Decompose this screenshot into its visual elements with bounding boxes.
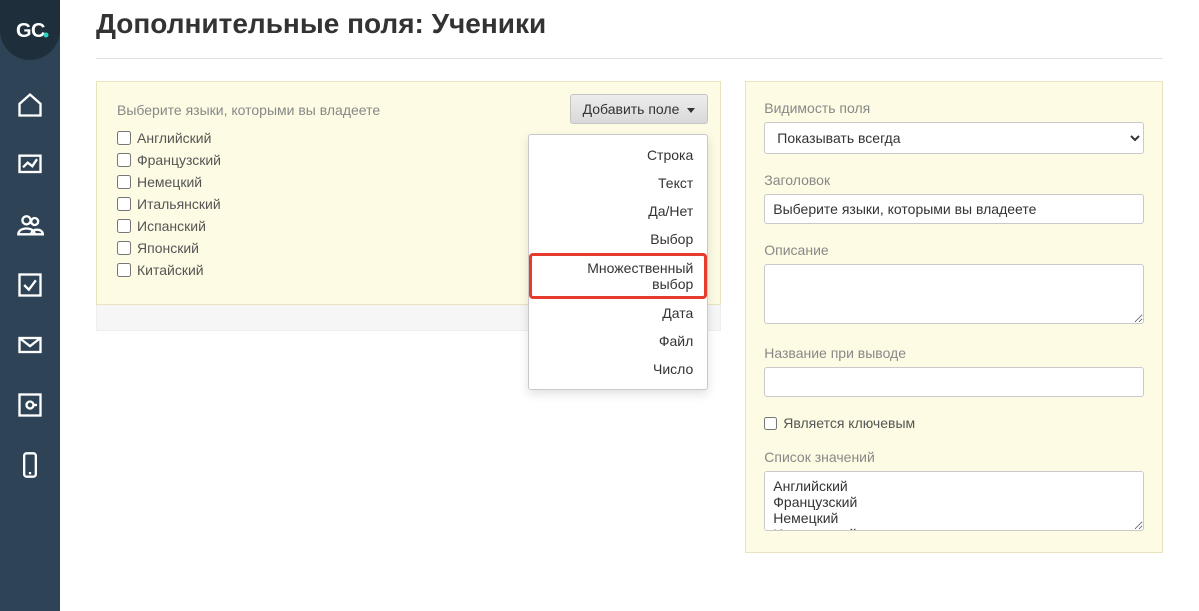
title-label: Заголовок bbox=[764, 172, 1144, 188]
dropdown-item-select[interactable]: Выбор bbox=[529, 225, 707, 253]
checkbox-icon[interactable] bbox=[15, 270, 45, 300]
dropdown-item-file[interactable]: Файл bbox=[529, 327, 707, 355]
field-preview-column: Добавить поле Строка Текст Да/Нет Выбор … bbox=[96, 81, 721, 331]
add-field-wrap: Добавить поле Строка Текст Да/Нет Выбор … bbox=[570, 94, 709, 124]
description-label: Описание bbox=[764, 242, 1144, 258]
sidebar: G C bbox=[0, 0, 60, 611]
display-name-input[interactable] bbox=[764, 367, 1144, 397]
option-label: Китайский bbox=[137, 262, 204, 278]
checkbox[interactable] bbox=[117, 241, 131, 255]
is-key-label: Является ключевым bbox=[783, 415, 915, 431]
svg-text:G: G bbox=[16, 20, 32, 42]
add-field-dropdown: Строка Текст Да/Нет Выбор Множественный … bbox=[528, 134, 708, 390]
dropdown-item-yesno[interactable]: Да/Нет bbox=[529, 197, 707, 225]
option-label: Японский bbox=[137, 240, 199, 256]
add-field-button[interactable]: Добавить поле bbox=[570, 94, 709, 124]
checkbox[interactable] bbox=[117, 219, 131, 233]
mail-icon[interactable] bbox=[15, 330, 45, 360]
values-list-textarea[interactable] bbox=[764, 471, 1144, 531]
dropdown-item-multiselect[interactable]: Множественный выбор bbox=[529, 253, 707, 299]
chart-icon[interactable] bbox=[15, 150, 45, 180]
description-textarea[interactable] bbox=[764, 264, 1144, 324]
title-input[interactable] bbox=[764, 194, 1144, 224]
checkbox[interactable] bbox=[117, 197, 131, 211]
logo[interactable]: G C bbox=[0, 0, 60, 60]
checkbox[interactable] bbox=[117, 175, 131, 189]
dropdown-item-number[interactable]: Число bbox=[529, 355, 707, 383]
dropdown-item-date[interactable]: Дата bbox=[529, 299, 707, 327]
checkbox[interactable] bbox=[117, 131, 131, 145]
checkbox[interactable] bbox=[117, 153, 131, 167]
option-label: Испанский bbox=[137, 218, 206, 234]
option-label: Итальянский bbox=[137, 196, 221, 212]
users-icon[interactable] bbox=[15, 210, 45, 240]
page-title: Дополнительные поля: Ученики bbox=[96, 8, 1163, 40]
svg-text:C: C bbox=[31, 20, 45, 42]
values-list-label: Список значений bbox=[764, 449, 1144, 465]
visibility-select[interactable]: Показывать всегда bbox=[764, 122, 1144, 154]
home-icon[interactable] bbox=[15, 90, 45, 120]
option-label: Французский bbox=[137, 152, 221, 168]
display-name-label: Название при выводе bbox=[764, 345, 1144, 361]
visibility-label: Видимость поля bbox=[764, 100, 1144, 116]
option-label: Английский bbox=[137, 130, 211, 146]
chevron-down-icon bbox=[687, 108, 695, 113]
safe-icon[interactable] bbox=[15, 390, 45, 420]
add-field-button-label: Добавить поле bbox=[583, 101, 680, 117]
is-key-checkbox[interactable] bbox=[764, 417, 777, 430]
dropdown-item-string[interactable]: Строка bbox=[529, 141, 707, 169]
field-settings-column: Видимость поля Показывать всегда Заголов… bbox=[745, 81, 1163, 553]
divider bbox=[96, 58, 1163, 59]
main: Дополнительные поля: Ученики Добавить по… bbox=[60, 8, 1199, 573]
option-label: Немецкий bbox=[137, 174, 202, 190]
mobile-icon[interactable] bbox=[15, 450, 45, 480]
checkbox[interactable] bbox=[117, 263, 131, 277]
dropdown-item-text[interactable]: Текст bbox=[529, 169, 707, 197]
